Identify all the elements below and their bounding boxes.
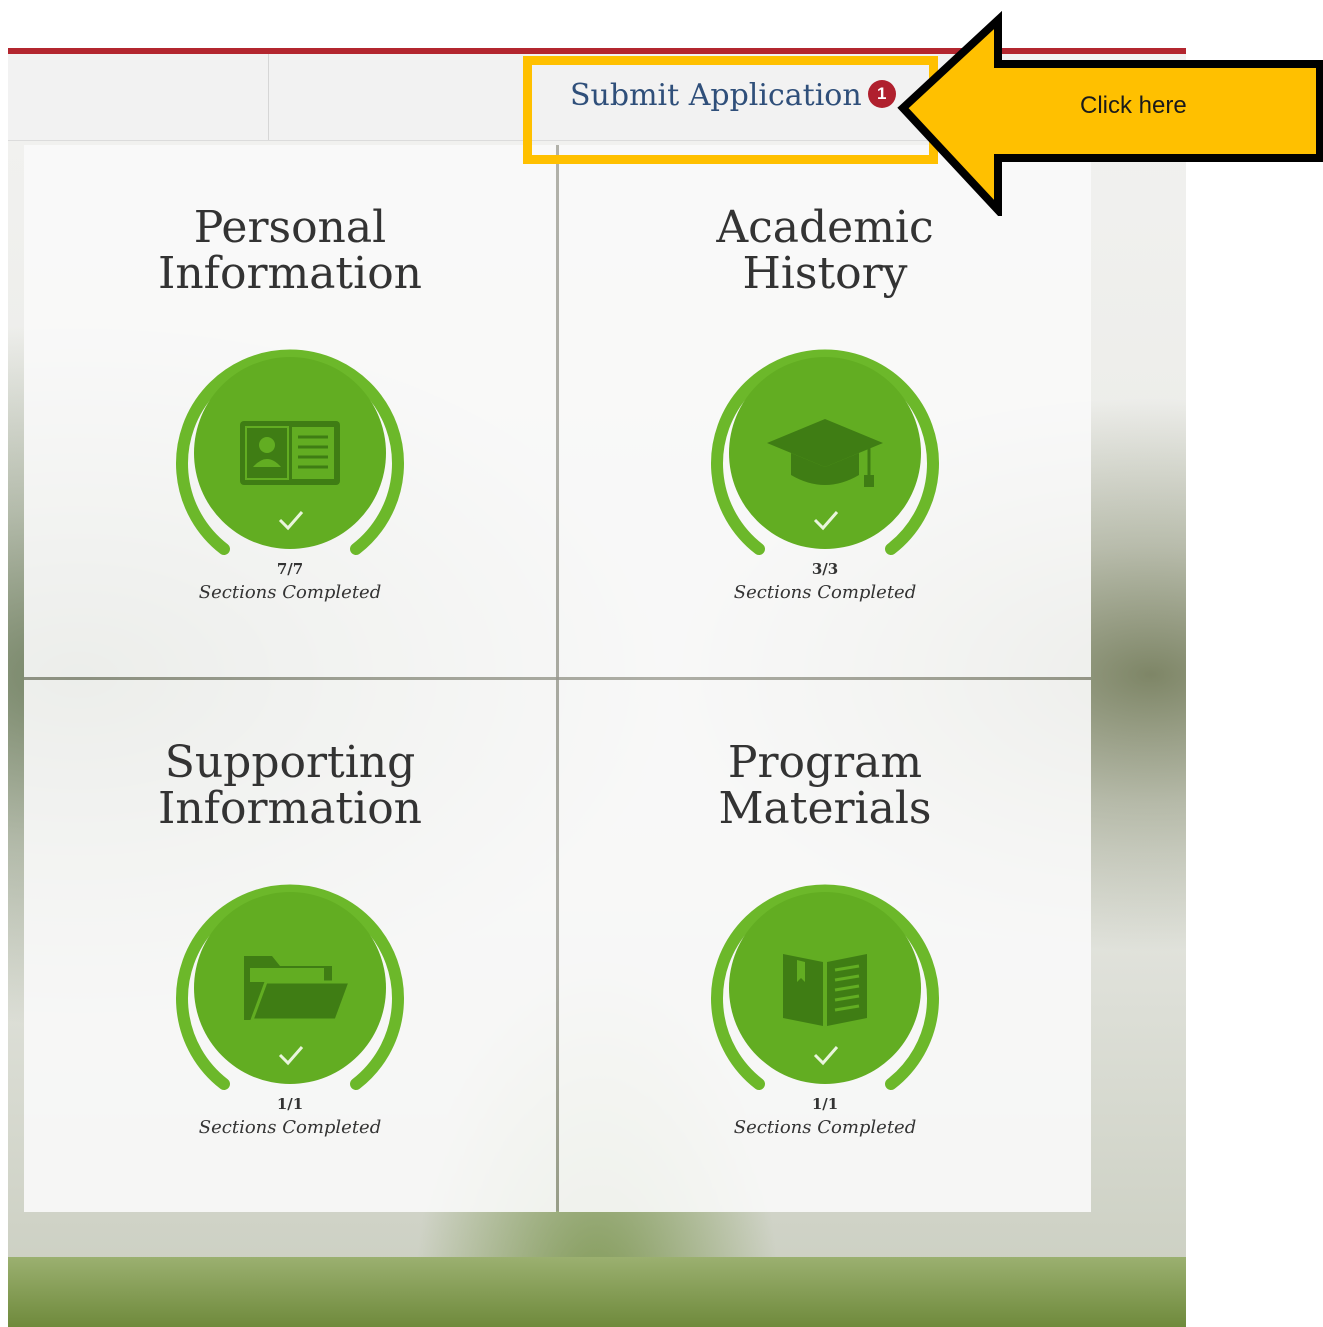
- tile-title-line: Materials: [718, 783, 932, 834]
- tile-title-line: Information: [157, 248, 423, 299]
- sections-caption: Sections Completed: [198, 582, 382, 603]
- nav-divider: [268, 54, 269, 140]
- progress-ring: [176, 884, 404, 1090]
- tile-title-line: Personal: [193, 202, 387, 253]
- sections-count: 1/1: [276, 1095, 304, 1113]
- tile-supporting-information[interactable]: Supporting Information 1/1 Sections Comp…: [24, 680, 556, 1212]
- sections-caption: Sections Completed: [733, 1117, 917, 1138]
- progress-ring: [711, 884, 939, 1090]
- tile-title-line: Information: [157, 783, 423, 834]
- sections-caption: Sections Completed: [733, 582, 917, 603]
- callout-text: Click here: [1080, 92, 1187, 119]
- sections-grid: Personal Information 7/7 Sections Comple…: [24, 145, 1091, 1212]
- sections-caption: Sections Completed: [198, 1117, 382, 1138]
- sections-count: 3/3: [811, 560, 839, 578]
- tile-title-line: History: [742, 248, 908, 299]
- sections-count: 1/1: [811, 1095, 839, 1113]
- tile-title: Personal Information: [24, 205, 556, 297]
- grid-divider: [24, 677, 1091, 680]
- tile-title: Supporting Information: [24, 740, 556, 832]
- tile-academic-history[interactable]: Academic History 3/3 Sections Completed: [559, 145, 1091, 677]
- tile-title-line: Program: [727, 737, 923, 788]
- tile-personal-information[interactable]: Personal Information 7/7 Sections Comple…: [24, 145, 556, 677]
- tile-title: Program Materials: [559, 740, 1091, 832]
- highlight-box: [523, 56, 938, 164]
- id-card-icon: [240, 421, 340, 485]
- tile-program-materials[interactable]: Program Materials 1/1 Sections Completed: [559, 680, 1091, 1212]
- sections-count: 7/7: [276, 560, 304, 578]
- progress-ring: [176, 349, 404, 555]
- tile-title: Academic History: [559, 205, 1091, 297]
- progress-ring: [711, 349, 939, 555]
- tile-title-line: Supporting: [164, 737, 416, 788]
- grass-strip: [8, 1257, 1186, 1327]
